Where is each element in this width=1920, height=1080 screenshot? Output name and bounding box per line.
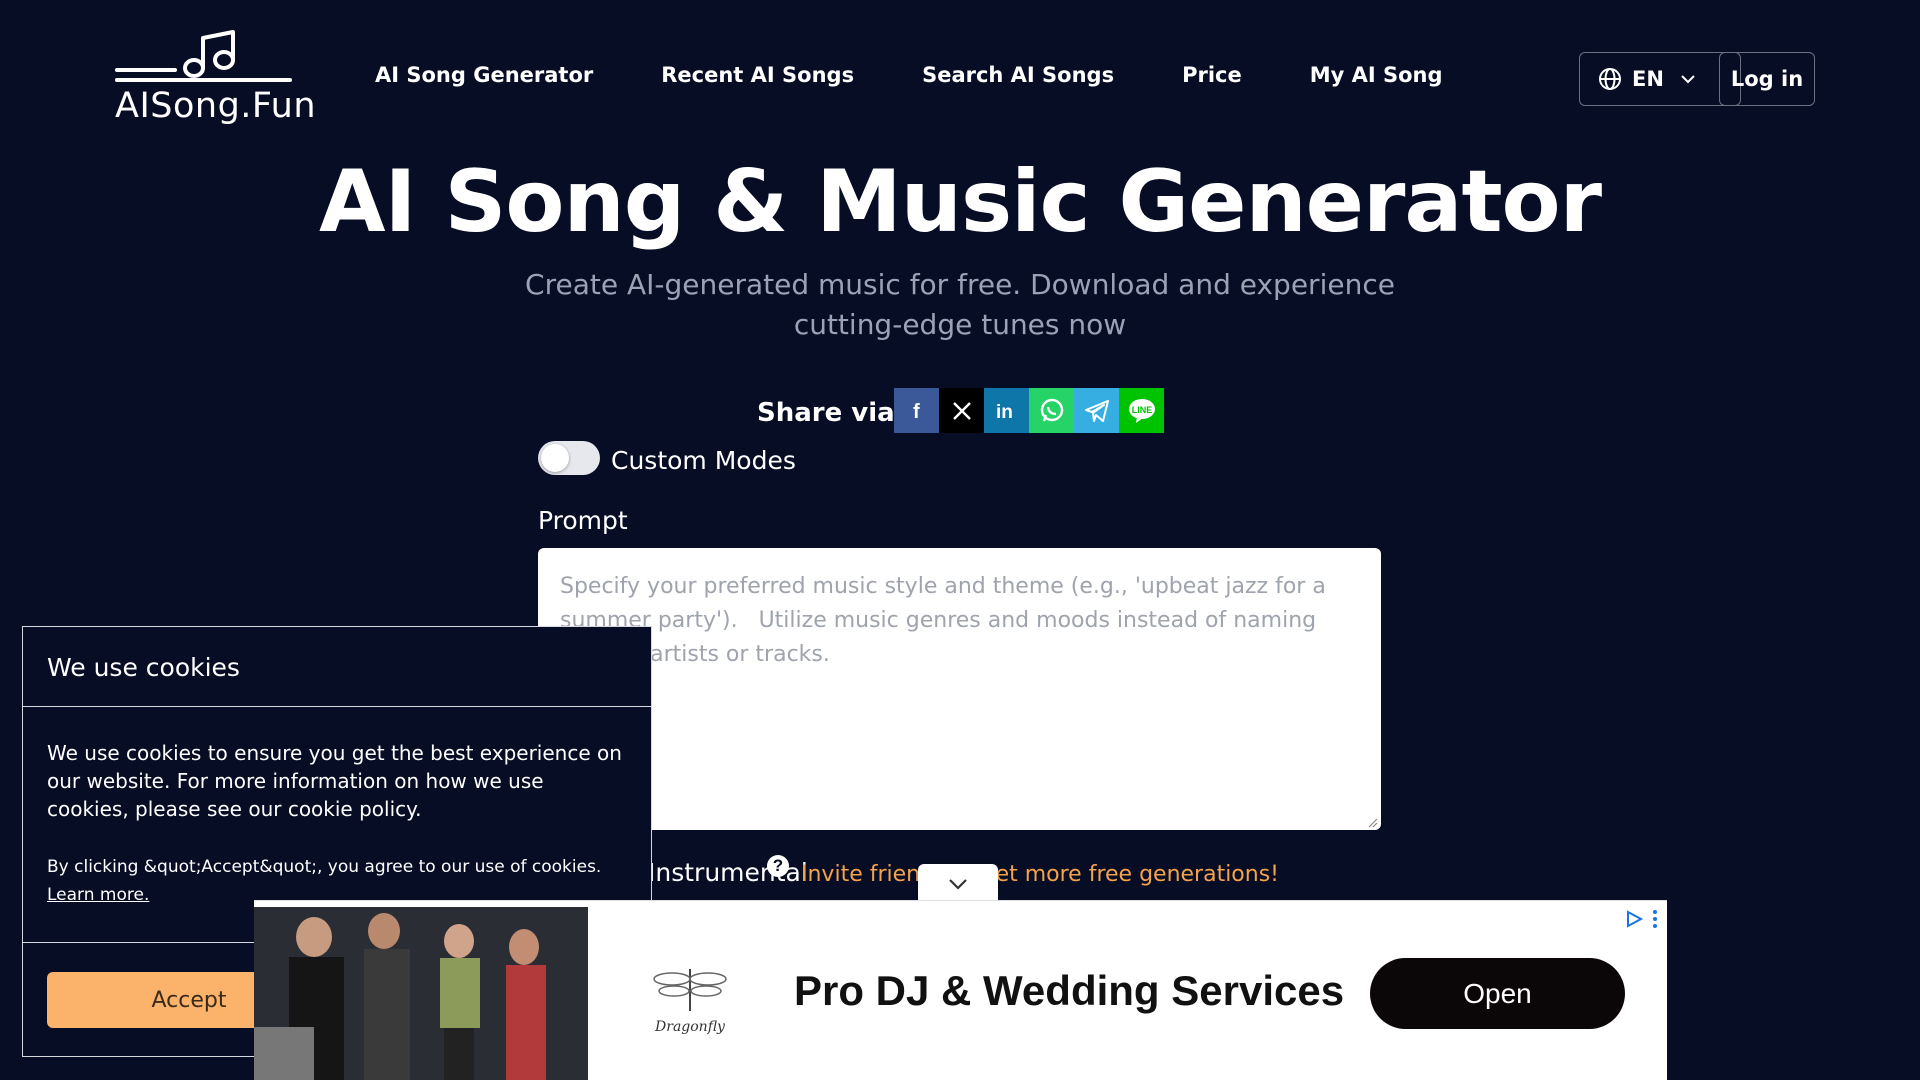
share-facebook-button[interactable]: f (894, 388, 939, 433)
nav-price[interactable]: Price (1182, 63, 1242, 87)
share-linkedin-button[interactable]: in (984, 388, 1029, 433)
share-label: Share via: (757, 398, 906, 428)
ad-brand-name: Dragonfly (655, 1019, 725, 1035)
whatsapp-icon (1040, 398, 1063, 421)
share-x-button[interactable] (939, 388, 984, 433)
facebook-icon: f (913, 401, 920, 421)
share-whatsapp-button[interactable] (1029, 388, 1074, 433)
help-icon[interactable]: ? (767, 855, 789, 877)
share-line-button[interactable]: LINE (1119, 388, 1164, 433)
page: AISong.Fun AI Song Generator Recent AI S… (0, 0, 1920, 1080)
nav-ai-song-generator[interactable]: AI Song Generator (375, 63, 593, 87)
custom-modes-label: Custom Modes (611, 446, 796, 475)
ad-photo (254, 907, 588, 1080)
svg-text:in: in (996, 402, 1013, 422)
language-selector[interactable]: EN (1579, 52, 1741, 106)
resize-grip-icon[interactable] (1366, 816, 1378, 828)
nav-search-ai-songs[interactable]: Search AI Songs (922, 63, 1114, 87)
prompt-label: Prompt (538, 506, 628, 535)
nav-my-ai-song[interactable]: My AI Song (1310, 63, 1443, 87)
share-buttons: f in LINE (894, 388, 1164, 433)
x-icon (952, 401, 971, 420)
ad-banner[interactable]: Dragonfly Pro DJ & Wedding Services Open (254, 900, 1667, 1080)
cookie-title: We use cookies (23, 627, 651, 707)
language-label: EN (1632, 67, 1664, 91)
logo-text: AISong.Fun (115, 86, 317, 126)
dancing-crowd-image (254, 907, 588, 1080)
main-nav: AI Song Generator Recent AI Songs Search… (375, 63, 1511, 87)
login-button[interactable]: Log in (1719, 52, 1815, 106)
prompt-textarea[interactable] (538, 548, 1381, 830)
more-options-icon[interactable] (1651, 909, 1659, 929)
nav-recent-ai-songs[interactable]: Recent AI Songs (661, 63, 854, 87)
adchoices-icon[interactable] (1624, 909, 1644, 929)
custom-modes-toggle[interactable] (538, 441, 600, 475)
ad-open-button[interactable]: Open (1370, 958, 1625, 1029)
logo-staff-lines (115, 68, 292, 88)
chevron-down-icon (1681, 75, 1695, 84)
toggle-knob (541, 444, 569, 472)
share-telegram-button[interactable] (1074, 388, 1119, 433)
telegram-icon (1084, 399, 1109, 422)
invite-friends-link[interactable]: Invite friends to get more free generati… (801, 862, 1279, 887)
globe-icon (1599, 68, 1621, 90)
learn-more-link[interactable]: Learn more. (47, 885, 149, 905)
svg-text:LINE: LINE (1131, 405, 1152, 415)
site-logo[interactable]: AISong.Fun (115, 30, 316, 126)
linkedin-icon: in (996, 402, 1013, 422)
ad-title: Pro DJ & Wedding Services (794, 967, 1345, 1014)
cookie-consent-sentence: By clicking &quot;Accept&quot;, you agre… (47, 857, 602, 877)
cookie-description: We use cookies to ensure you get the bes… (47, 741, 622, 821)
ad-collapse-button[interactable] (918, 864, 998, 904)
chevron-down-icon (949, 879, 967, 890)
svg-text:f: f (913, 401, 920, 421)
page-subtitle: Create AI-generated music for free. Down… (525, 268, 1395, 341)
line-icon: LINE (1128, 398, 1155, 423)
page-title: AI Song & Music Generator (318, 152, 1602, 252)
